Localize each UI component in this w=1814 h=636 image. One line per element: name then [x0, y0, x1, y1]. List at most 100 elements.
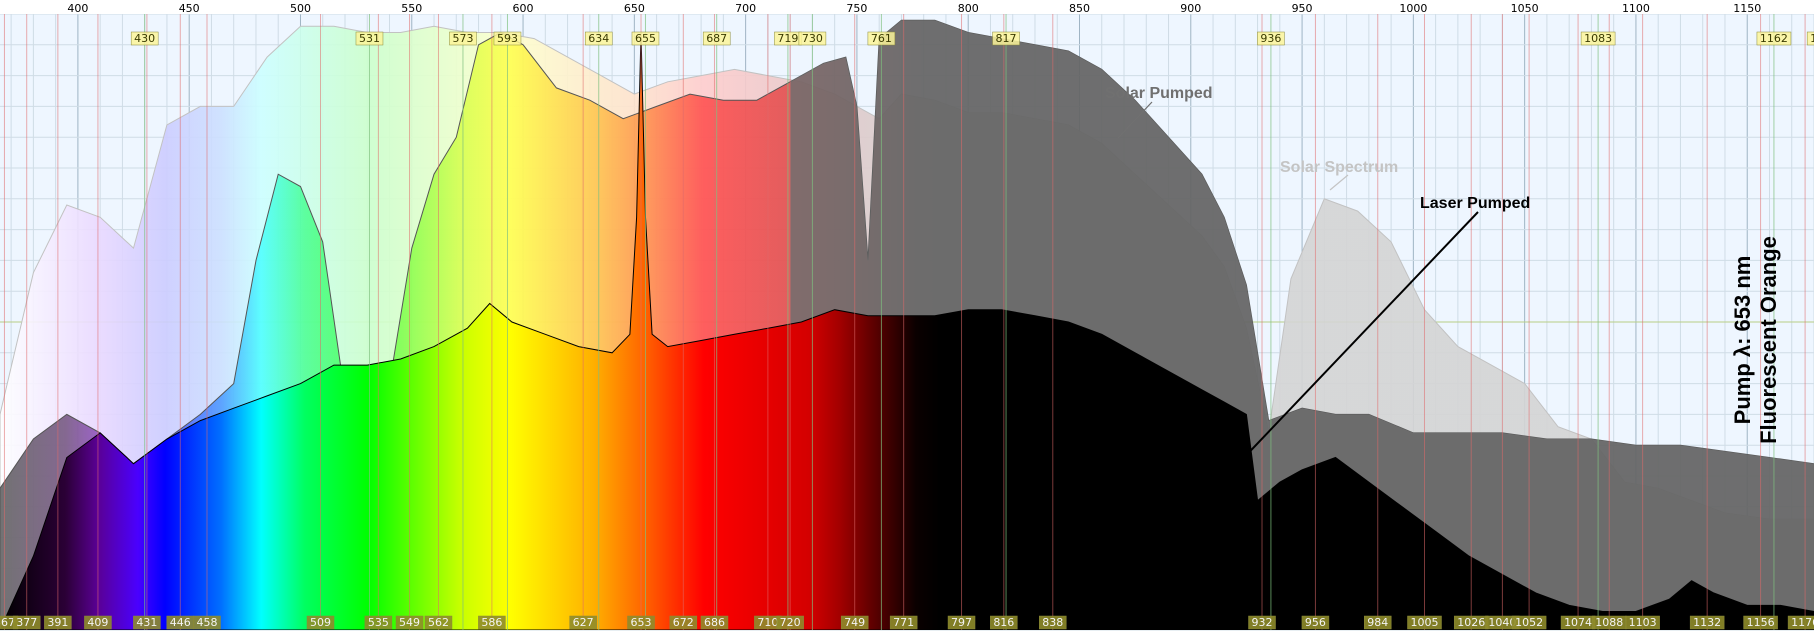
bottom-peak-label-text: 984 [1367, 616, 1388, 629]
top-peak-label-text: 730 [802, 32, 823, 45]
top-peak-label: 1162 [1756, 31, 1792, 46]
bottom-peak-label-text: 1132 [1693, 616, 1721, 629]
bottom-peak-label-text: 1156 [1747, 616, 1775, 629]
top-peak-label: 730 [798, 31, 827, 46]
bottom-peak-label-text: 1088 [1595, 616, 1623, 629]
bottom-peak-label-text: 797 [951, 616, 972, 629]
bottom-peak-label: 1074 [1560, 615, 1596, 630]
top-peak-label-text: 1162 [1760, 32, 1788, 45]
side-title-line2: Fluorescent Orange [1756, 236, 1781, 444]
bottom-peak-label: 838 [1039, 615, 1067, 630]
bottom-peak-label: 586 [478, 615, 506, 630]
bottom-peak-label: 1103 [1625, 615, 1660, 630]
top-peak-label-text: 936 [1260, 32, 1281, 45]
top-peak-label-text: 719 [777, 32, 798, 45]
annotation-label: Laser Pumped [1420, 195, 1530, 212]
annotation-label: Solar Spectrum [1280, 159, 1398, 176]
bottom-peak-label-text: 710 [757, 616, 778, 629]
bottom-peak-label: 672 [669, 615, 698, 630]
bottom-peak-label: 549 [395, 615, 424, 630]
bottom-peak-label-text: 446 [170, 616, 191, 629]
x-tick-label: 550 [401, 2, 422, 15]
top-peak-label-text: 761 [871, 32, 892, 45]
bottom-peak-label-text: 1026 [1457, 616, 1485, 629]
bottom-peak-label: 720 [776, 615, 804, 630]
bottom-peak-label-text: 838 [1042, 616, 1063, 629]
x-tick-label: 1100 [1622, 2, 1650, 15]
top-peak-label-text: 573 [452, 32, 473, 45]
top-peak-label: 430 [130, 31, 159, 46]
bottom-peak-label: 509 [306, 615, 335, 630]
bottom-peak-label-text: 720 [780, 616, 801, 629]
x-tick-label: 400 [67, 2, 88, 15]
top-peak-label: 719 [774, 31, 802, 46]
bottom-peak-label-text: 377 [16, 616, 37, 629]
bottom-peak-label: 956 [1301, 615, 1330, 630]
bottom-peak-label: 1052 [1511, 615, 1547, 630]
top-peak-label: 573 [449, 31, 477, 46]
bottom-peak-label: 771 [889, 615, 918, 630]
bottom-peak-label-text: 1103 [1629, 616, 1657, 629]
bottom-peak-label-text: 367 [0, 616, 15, 629]
bottom-peak-label-text: 535 [368, 616, 389, 629]
bottom-peak-label: 1156 [1743, 615, 1778, 630]
top-peak-label: 1083 [1580, 31, 1616, 46]
bottom-peak-label: 409 [84, 615, 112, 630]
x-tick-label: 1050 [1511, 2, 1539, 15]
bottom-peak-label-text: 586 [481, 616, 502, 629]
x-tick-label: 450 [179, 2, 200, 15]
annotation-label: Solar Pumped [1105, 85, 1213, 102]
bottom-peak-label: 1132 [1689, 615, 1725, 630]
bottom-peak-label-text: 627 [573, 616, 594, 629]
bottom-peak-label-text: 749 [844, 616, 865, 629]
top-peak-label-text: 1083 [1584, 32, 1612, 45]
bottom-peak-label: 1088 [1591, 615, 1627, 630]
bottom-peak-label-text: 816 [993, 616, 1014, 629]
spectrum-chart: 400 450 500 550 600 650 700 750 800 850 900 950 1000… [0, 0, 1814, 631]
bottom-peak-label-text: 1005 [1410, 616, 1438, 629]
bottom-peak-label-text: 409 [87, 616, 108, 629]
x-tick-label: 800 [958, 2, 979, 15]
top-peak-label: 593 [493, 31, 522, 46]
bottom-peak-label-text: 1052 [1515, 616, 1543, 629]
bottom-peak-label: 377 [12, 615, 41, 630]
bottom-peak-label-text: 672 [673, 616, 694, 629]
bottom-peak-label-text: 562 [428, 616, 449, 629]
top-peak-label: 531 [355, 31, 384, 46]
side-title-line1: Pump λ: 653 nm [1730, 256, 1755, 425]
x-tick-label: 950 [1292, 2, 1313, 15]
bottom-peak-label-text: 653 [631, 616, 652, 629]
bottom-peak-label: 562 [424, 615, 453, 630]
bottom-peak-label-text: 391 [47, 616, 68, 629]
x-tick-label: 750 [846, 2, 867, 15]
top-peak-label-text: 430 [134, 32, 155, 45]
bottom-peak-label-text: 1176 [1791, 616, 1814, 629]
bottom-peak-label-text: 771 [893, 616, 914, 629]
bottom-peak-label: 1026 [1453, 615, 1489, 630]
bottom-peak-label-text: 458 [196, 616, 217, 629]
top-peak-label: 761 [867, 31, 896, 46]
top-peak-label-text: 593 [497, 32, 518, 45]
x-tick-label: 600 [513, 2, 534, 15]
x-tick-label: 850 [1069, 2, 1090, 15]
bottom-peak-label: 446 [166, 615, 195, 630]
bottom-peak-label: 391 [44, 615, 72, 630]
x-tick-label: 1000 [1399, 2, 1427, 15]
top-peak-label: 655 [631, 31, 660, 46]
bottom-peak-label: 686 [700, 615, 729, 630]
x-tick-label: 700 [735, 2, 756, 15]
bottom-peak-label: 535 [364, 615, 393, 630]
bottom-peak-label-text: 932 [1252, 616, 1273, 629]
top-peak-label-text: 655 [635, 32, 656, 45]
bottom-peak-label: 1005 [1407, 615, 1442, 630]
top-peak-label: 118 [1806, 31, 1814, 46]
side-title: Pump λ: 653 nm Fluorescent Orange [1730, 236, 1781, 444]
bottom-peak-label: 627 [569, 615, 597, 630]
bottom-peak-label: 797 [947, 615, 976, 630]
bottom-peak-label: 1176 [1787, 615, 1814, 630]
x-tick-label: 500 [290, 2, 311, 15]
bottom-peak-label-text: 956 [1305, 616, 1326, 629]
bottom-peak-label: 749 [840, 615, 869, 630]
bottom-peak-label-text: 509 [310, 616, 331, 629]
top-peak-label: 936 [1257, 31, 1285, 46]
